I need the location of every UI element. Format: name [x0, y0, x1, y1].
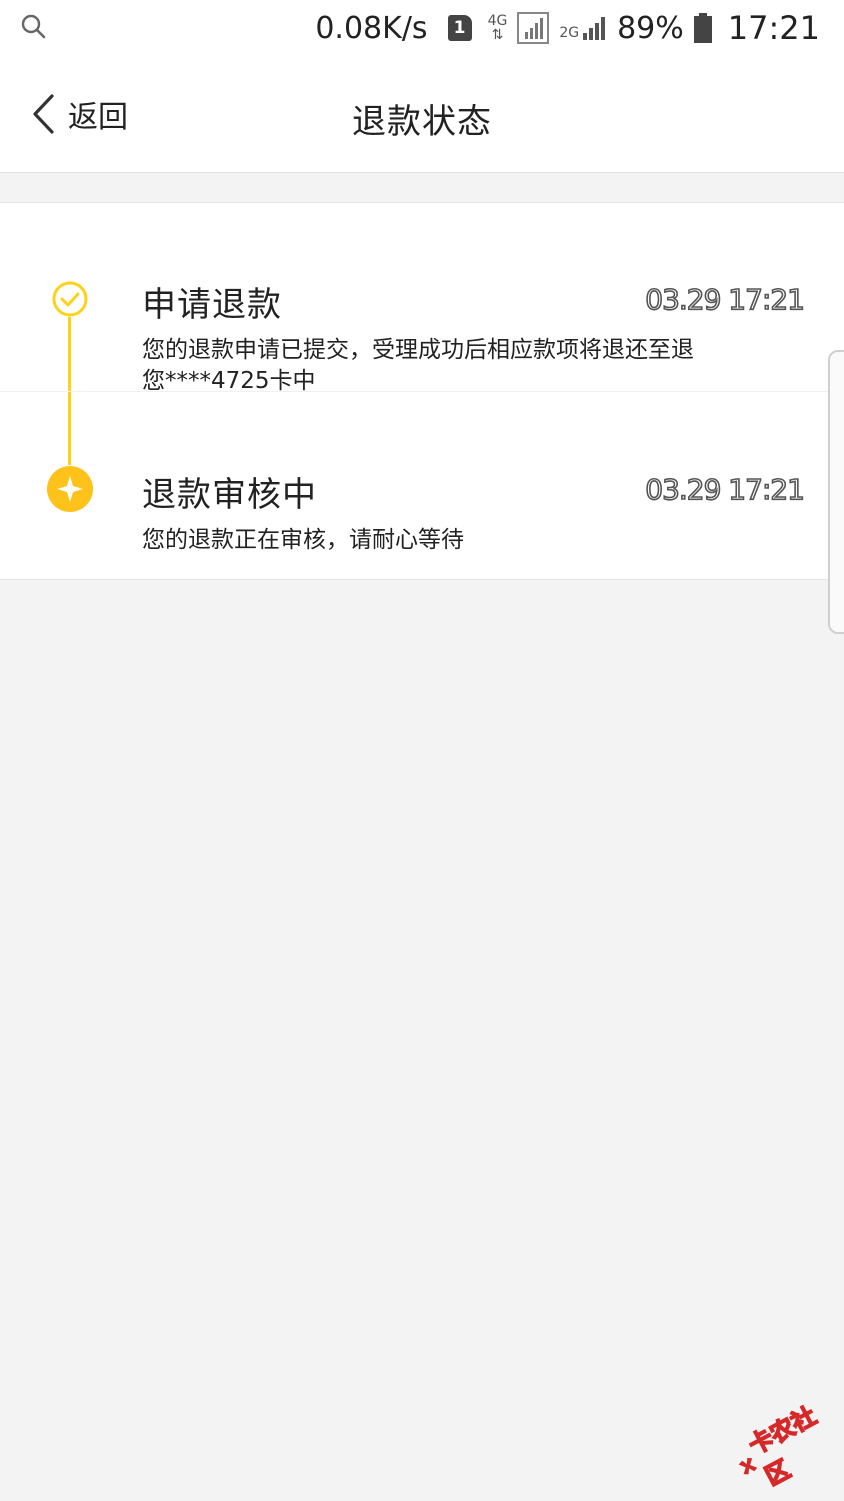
- status-indicators: 0.08K/s 1 4G ⇅ 2G 89% 17:21: [315, 6, 820, 50]
- step-divider: [0, 391, 844, 392]
- step-description: 您的退款申请已提交，受理成功后相应款项将退还至退您****4725卡中: [142, 337, 694, 394]
- network-4g-icon: 4G ⇅: [488, 14, 508, 42]
- check-circle-icon: [52, 281, 88, 317]
- header: 返回 退款状态: [0, 56, 844, 173]
- battery-icon: [693, 13, 712, 43]
- refund-timeline-card: 申请退款 03.29 17:21 您的退款申请已提交，受理成功后相应款项将退还至…: [0, 202, 844, 580]
- net-speed: 0.08K/s: [315, 10, 428, 46]
- step-description: 您的退款正在审核，请耐心等待: [142, 527, 464, 553]
- network-type-2g-label: 2G: [559, 25, 580, 41]
- search-icon[interactable]: [20, 13, 46, 39]
- data-arrows-icon: ⇅: [491, 27, 504, 43]
- network-type-label: 4G: [487, 13, 508, 29]
- clock: 17:21: [727, 9, 820, 47]
- signal-bars-icon: [583, 17, 606, 40]
- step-time: 03.29 17:21: [644, 472, 805, 507]
- page-title: 退款状态: [352, 102, 492, 142]
- step-title: 申请退款: [142, 285, 282, 325]
- watermark-logo: 卡农社区: [723, 1393, 844, 1501]
- signal-strength-icon: [517, 12, 550, 44]
- star-circle-icon: [47, 466, 93, 512]
- signal-2g-icon: 2G: [559, 15, 607, 41]
- sim-slot-icon: 1: [447, 15, 472, 41]
- step-title: 退款审核中: [142, 475, 317, 515]
- edge-panel-handle[interactable]: [828, 350, 844, 634]
- status-bar: 0.08K/s 1 4G ⇅ 2G 89% 17:21: [0, 0, 844, 56]
- battery-percent: 89%: [617, 10, 684, 46]
- watermark-text: 卡农社区: [743, 1401, 821, 1492]
- step-time: 03.29 17:21: [644, 282, 805, 317]
